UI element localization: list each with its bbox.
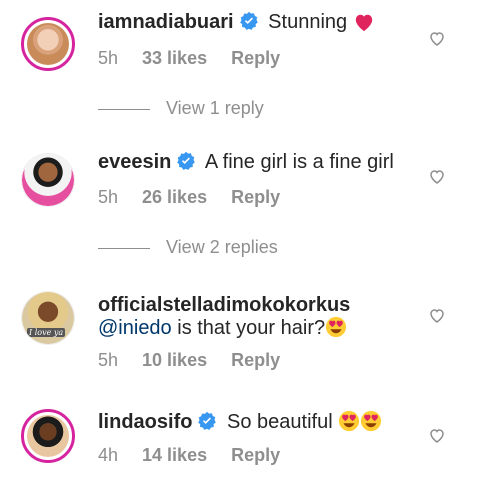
view-replies-label: View 1 reply bbox=[166, 98, 264, 118]
mention-link[interactable]: @iniedo bbox=[98, 317, 172, 339]
like-heart-icon[interactable] bbox=[428, 168, 446, 186]
likes-count[interactable]: 10 likes bbox=[142, 350, 207, 370]
avatar[interactable]: I love ya bbox=[21, 291, 75, 345]
divider-line bbox=[98, 108, 150, 110]
avatar-caption: I love ya bbox=[27, 328, 66, 337]
comment-text: lindaosifo So beautiful bbox=[98, 410, 420, 434]
timestamp: 5h bbox=[98, 350, 119, 370]
divider-line bbox=[98, 247, 150, 249]
like-heart-icon[interactable] bbox=[428, 427, 446, 445]
reply-button[interactable]: Reply bbox=[231, 48, 280, 68]
comment-text: eveesin A fine girl is a fine girl bbox=[98, 150, 420, 174]
verified-badge-icon bbox=[177, 151, 196, 170]
like-heart-icon[interactable] bbox=[428, 30, 446, 48]
comment-body: is that your hair? bbox=[177, 317, 326, 339]
avatar[interactable] bbox=[21, 153, 75, 207]
comment-meta: 4h 14 likes Reply bbox=[98, 444, 304, 466]
comment-body: So beautiful bbox=[227, 411, 333, 433]
username[interactable]: officialstelladimokokorkus bbox=[98, 294, 350, 316]
timestamp: 4h bbox=[98, 445, 119, 465]
comment-meta: 5h 33 likes Reply bbox=[98, 47, 304, 69]
heart-eyes-emoji-icon bbox=[339, 410, 360, 432]
view-replies-label: View 2 replies bbox=[166, 237, 278, 257]
comment-username-line: officialstelladimokokorkus bbox=[98, 293, 420, 317]
likes-count[interactable]: 14 likes bbox=[142, 445, 207, 465]
verified-badge-icon bbox=[239, 11, 258, 30]
username[interactable]: eveesin bbox=[98, 151, 171, 173]
reply-button[interactable]: Reply bbox=[231, 187, 280, 207]
timestamp: 5h bbox=[98, 187, 119, 207]
like-heart-icon[interactable] bbox=[428, 307, 446, 325]
avatar[interactable] bbox=[21, 17, 75, 71]
reply-button[interactable]: Reply bbox=[231, 445, 280, 465]
username[interactable]: iamnadiabuari bbox=[98, 11, 234, 33]
avatar[interactable] bbox=[21, 409, 75, 463]
comment-body: A fine girl is a fine girl bbox=[204, 151, 394, 173]
red-heart-icon bbox=[355, 14, 372, 32]
username[interactable]: lindaosifo bbox=[98, 411, 192, 433]
heart-eyes-emoji-icon bbox=[361, 410, 382, 432]
comment-body: Stunning bbox=[268, 11, 348, 33]
heart-eyes-emoji-icon bbox=[326, 316, 347, 338]
view-replies-button[interactable]: View 1 reply bbox=[98, 98, 264, 119]
likes-count[interactable]: 33 likes bbox=[142, 48, 207, 68]
timestamp: 5h bbox=[98, 48, 119, 68]
comment-meta: 5h 10 likes Reply bbox=[98, 349, 304, 371]
comment-text: @iniedo is that your hair? bbox=[98, 316, 420, 340]
verified-badge-icon bbox=[198, 411, 217, 430]
likes-count[interactable]: 26 likes bbox=[142, 187, 207, 207]
comment-meta: 5h 26 likes Reply bbox=[98, 186, 304, 208]
comment-text: iamnadiabuari Stunning bbox=[98, 10, 420, 34]
view-replies-button[interactable]: View 2 replies bbox=[98, 237, 278, 258]
reply-button[interactable]: Reply bbox=[231, 350, 280, 370]
